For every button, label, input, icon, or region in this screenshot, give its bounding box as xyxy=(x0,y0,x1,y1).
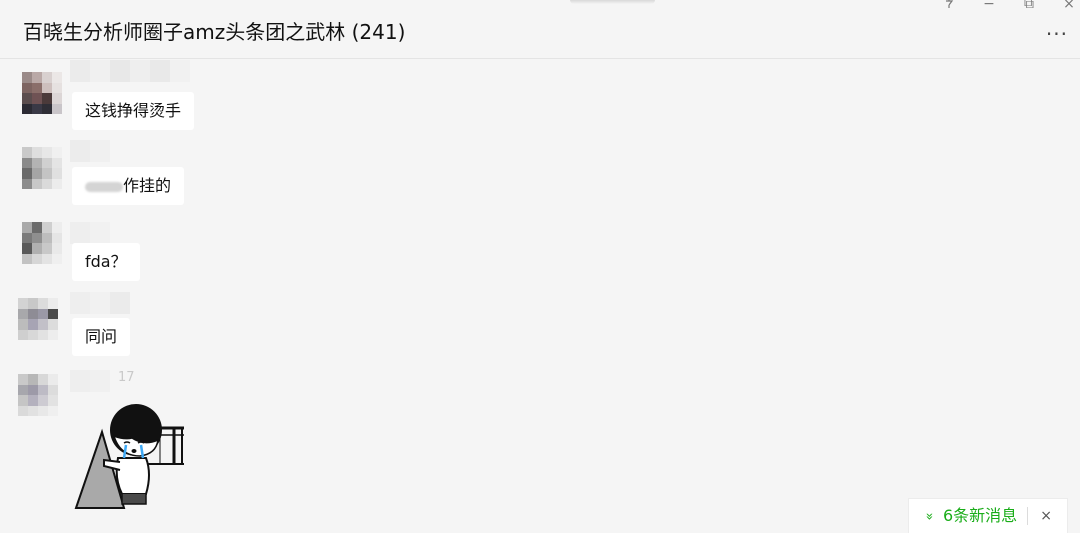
blurred-mention xyxy=(85,181,123,192)
more-options-icon[interactable]: ··· xyxy=(1046,22,1068,46)
avatar[interactable] xyxy=(22,222,62,264)
chat-title: 百晓生分析师圈子amz头条团之武林 (241) xyxy=(23,20,406,44)
message-text: 作挂的 xyxy=(123,176,172,195)
new-messages-label[interactable]: 6条新消息 xyxy=(943,507,1029,525)
message-bubble[interactable]: 这钱挣得烫手 xyxy=(72,92,195,130)
avatar[interactable] xyxy=(22,72,62,114)
message-time: 17 xyxy=(118,370,135,385)
sender-name-blurred xyxy=(70,222,110,244)
double-chevron-down-icon: » xyxy=(921,512,937,520)
sender-name-blurred xyxy=(70,370,110,392)
avatar[interactable] xyxy=(18,298,58,340)
message-bubble[interactable]: fda？ xyxy=(72,243,140,281)
avatar[interactable] xyxy=(18,374,58,416)
sender-name-blurred xyxy=(70,140,110,162)
sender-name-blurred xyxy=(70,60,190,82)
avatar[interactable] xyxy=(22,147,62,189)
crying-girl-sticker[interactable] xyxy=(74,398,186,514)
sender-name-blurred xyxy=(70,292,130,314)
message-bubble[interactable]: 作挂的 xyxy=(72,167,185,205)
title-bar: 百晓生分析师圈子amz头条团之武林 (241) ··· xyxy=(0,0,1080,59)
new-messages-bar[interactable]: » 6条新消息 × xyxy=(908,498,1068,533)
message-bubble[interactable]: 同问 xyxy=(72,318,131,356)
close-icon[interactable]: × xyxy=(1040,508,1052,524)
chat-window: − ⧉ × 百晓生分析师圈子amz头条团之武林 (241) ··· 这钱挣得烫手… xyxy=(0,0,1080,533)
